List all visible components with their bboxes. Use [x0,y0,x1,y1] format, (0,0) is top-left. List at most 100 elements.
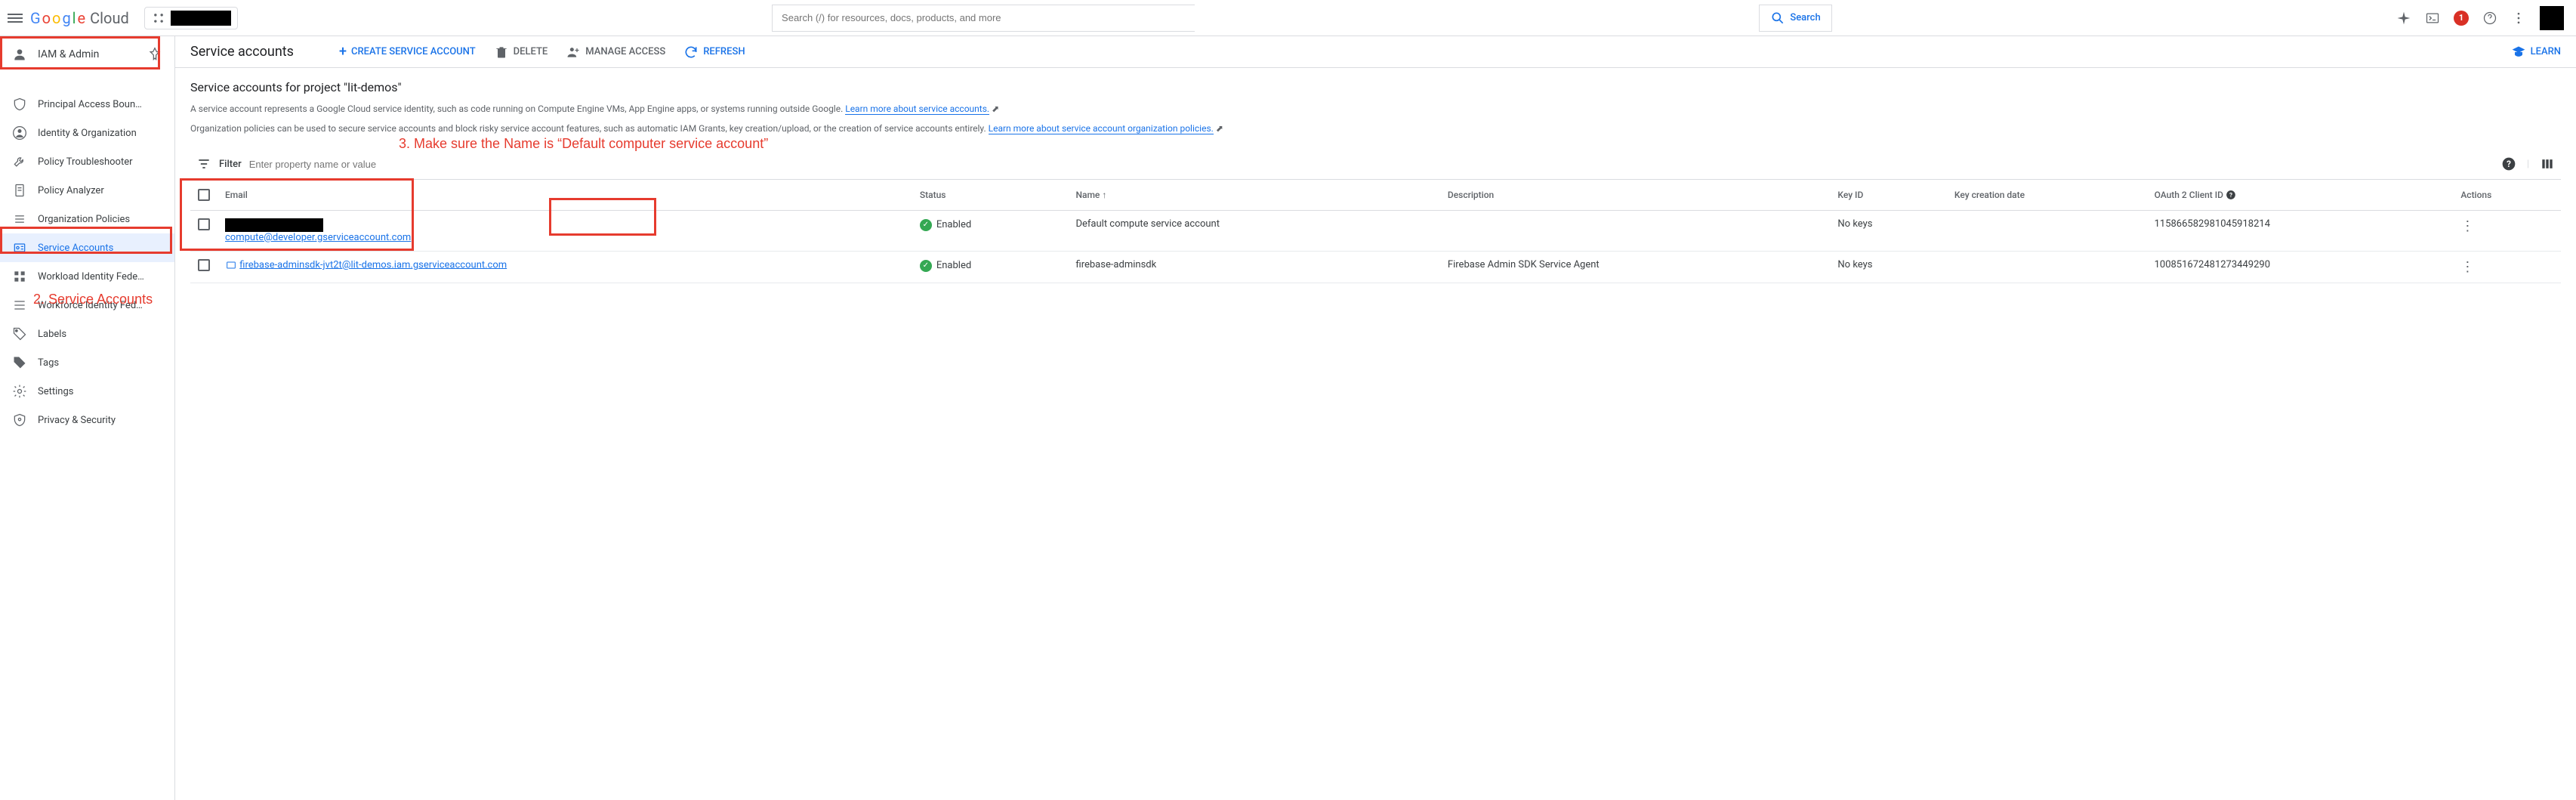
learn-label: LEARN [2531,46,2561,57]
delete-label: DELETE [514,46,548,57]
project-icon [151,11,166,26]
row-actions-icon[interactable]: ⋮ [2460,259,2474,275]
col-oauth[interactable]: OAuth 2 Client ID ? [2147,180,2454,211]
grid-icon [12,269,27,284]
content-desc-2: Organization policies can be used to sec… [190,122,2561,135]
manage-label: MANAGE ACCESS [585,46,665,57]
tag2-icon [12,355,27,370]
col-keyid[interactable]: Key ID [1830,180,1947,211]
help-icon[interactable] [2482,11,2497,26]
learn-more-sa-link[interactable]: Learn more about service accounts. [845,103,989,115]
check-icon: ✓ [920,219,932,231]
desc1-text: A service account represents a Google Cl… [190,103,845,114]
row-checkbox[interactable] [198,218,210,230]
sidebar-item-workload-identity[interactable]: Workload Identity Fede… [0,262,174,291]
doc-icon [12,183,27,198]
sidebar-item-policy-analyzer[interactable]: Policy Analyzer [0,176,174,205]
more-icon[interactable] [2511,11,2526,26]
sidebar-item-policy-troubleshooter[interactable]: Policy Troubleshooter [0,147,174,176]
table-row[interactable]: firebase-adminsdk-jvt2t@lit-demos.iam.gs… [190,252,2561,283]
search-icon [1770,11,1785,26]
sidebar-item-tags[interactable]: Tags [0,348,174,377]
topbar: GoogleCloud Search 1 [0,0,2576,36]
search-input[interactable] [782,12,1195,23]
keydate-cell [1947,252,2147,283]
sidebar-item-label: Privacy & Security [38,415,116,426]
topbar-right: 1 [2396,6,2570,30]
cloud-shell-icon[interactable] [2425,11,2440,26]
desc2-text: Organization policies can be used to sec… [190,123,989,134]
filter-input[interactable] [249,159,2501,170]
gemini-icon[interactable] [2396,11,2411,26]
sidebar-item-label: Workforce Identity Fed… [38,300,143,311]
sidebar-item-label: Tags [38,357,59,369]
col-desc[interactable]: Description [1440,180,1830,211]
create-service-account-button[interactable]: +CREATE SERVICE ACCOUNT [339,44,476,60]
search-button[interactable]: Search [1759,5,1831,32]
learn-button[interactable]: LEARN [2511,45,2561,60]
row-actions-icon[interactable]: ⋮ [2460,218,2474,234]
svg-text:?: ? [2507,159,2511,169]
select-all-checkbox[interactable] [198,189,210,201]
col-oauth-label: OAuth 2 Client ID [2155,190,2223,200]
sidebar-item-label: Policy Analyzer [38,185,104,196]
email-link[interactable]: firebase-adminsdk-jvt2t@lit-demos.iam.gs… [239,259,507,270]
notification-badge[interactable]: 1 [2454,11,2469,26]
keydate-cell [1947,211,2147,252]
project-selector[interactable] [144,7,238,29]
action-bar: Service accounts +CREATE SERVICE ACCOUNT… [175,36,2576,68]
desc-cell [1440,211,1830,252]
name-cell: firebase-adminsdk [1068,252,1439,283]
sidebar-item-labels[interactable]: Labels [0,320,174,348]
search-button-label: Search [1790,12,1820,23]
sidebar-item-identity-org[interactable]: Identity & Organization [0,119,174,147]
content: 1. Select IAM & Admin Service accounts f… [175,68,2576,298]
table-row[interactable]: compute@developer.gserviceaccount.com ✓ E… [190,211,2561,252]
gear-icon [12,384,27,399]
col-email[interactable]: Email [217,180,912,211]
sidebar-item-workforce-identity[interactable]: Workforce Identity Fed… [0,291,174,320]
sidebar-item-label: Organization Policies [38,214,130,225]
sidebar-item-privacy-security[interactable]: Privacy & Security [0,406,174,434]
check-icon: ✓ [920,260,932,272]
sidebar-item-label: Principal Access Boun… [38,99,142,110]
sidebar-header-label: IAM & Admin [38,48,99,60]
sidebar-item-principal-access[interactable]: Principal Access Boun… [0,90,174,119]
status-badge: ✓ Enabled [920,219,971,231]
main: Service accounts +CREATE SERVICE ACCOUNT… [175,36,2576,800]
oauth-cell: 115866582981045918214 [2147,211,2454,252]
manage-access-button[interactable]: MANAGE ACCESS [566,45,665,60]
pin-icon[interactable] [147,47,162,62]
svg-text:?: ? [2229,191,2232,199]
content-desc-1: A service account represents a Google Cl… [190,102,2561,116]
sidebar-header[interactable]: IAM & Admin [0,36,174,73]
email-link[interactable]: compute@developer.gserviceaccount.com [225,232,411,243]
sidebar-item-service-accounts[interactable]: Service Accounts [0,233,174,262]
col-status[interactable]: Status [912,180,1069,211]
refresh-button[interactable]: REFRESH [683,45,745,60]
sidebar-item-org-policies[interactable]: Organization Policies [0,205,174,233]
status-text: Enabled [936,219,971,230]
filter-label: Filter [219,159,242,170]
refresh-label: REFRESH [703,46,745,57]
sidebar-item-label: Labels [38,329,66,340]
help-small-icon[interactable]: ? [2226,190,2236,200]
project-name-redacted [171,11,231,26]
col-keydate[interactable]: Key creation date [1947,180,2147,211]
search-bar[interactable] [772,5,1195,32]
delete-button[interactable]: DELETE [494,45,548,60]
logo[interactable]: GoogleCloud [30,9,129,27]
row-checkbox[interactable] [198,259,210,271]
page-title: Service accounts [190,44,294,60]
badge-icon [12,240,27,255]
col-name[interactable]: Name ↑ [1068,180,1439,211]
sidebar-item-settings[interactable]: Settings [0,377,174,406]
help-filled-icon[interactable]: ? [2501,156,2516,171]
sort-asc-icon: ↑ [1102,190,1106,200]
hamburger-icon[interactable] [6,9,24,27]
filter-icon[interactable] [196,156,211,171]
wrench-icon [12,154,27,169]
learn-more-org-link[interactable]: Learn more about service account organiz… [989,123,1214,134]
columns-icon[interactable] [2540,156,2555,171]
avatar[interactable] [2540,6,2564,30]
